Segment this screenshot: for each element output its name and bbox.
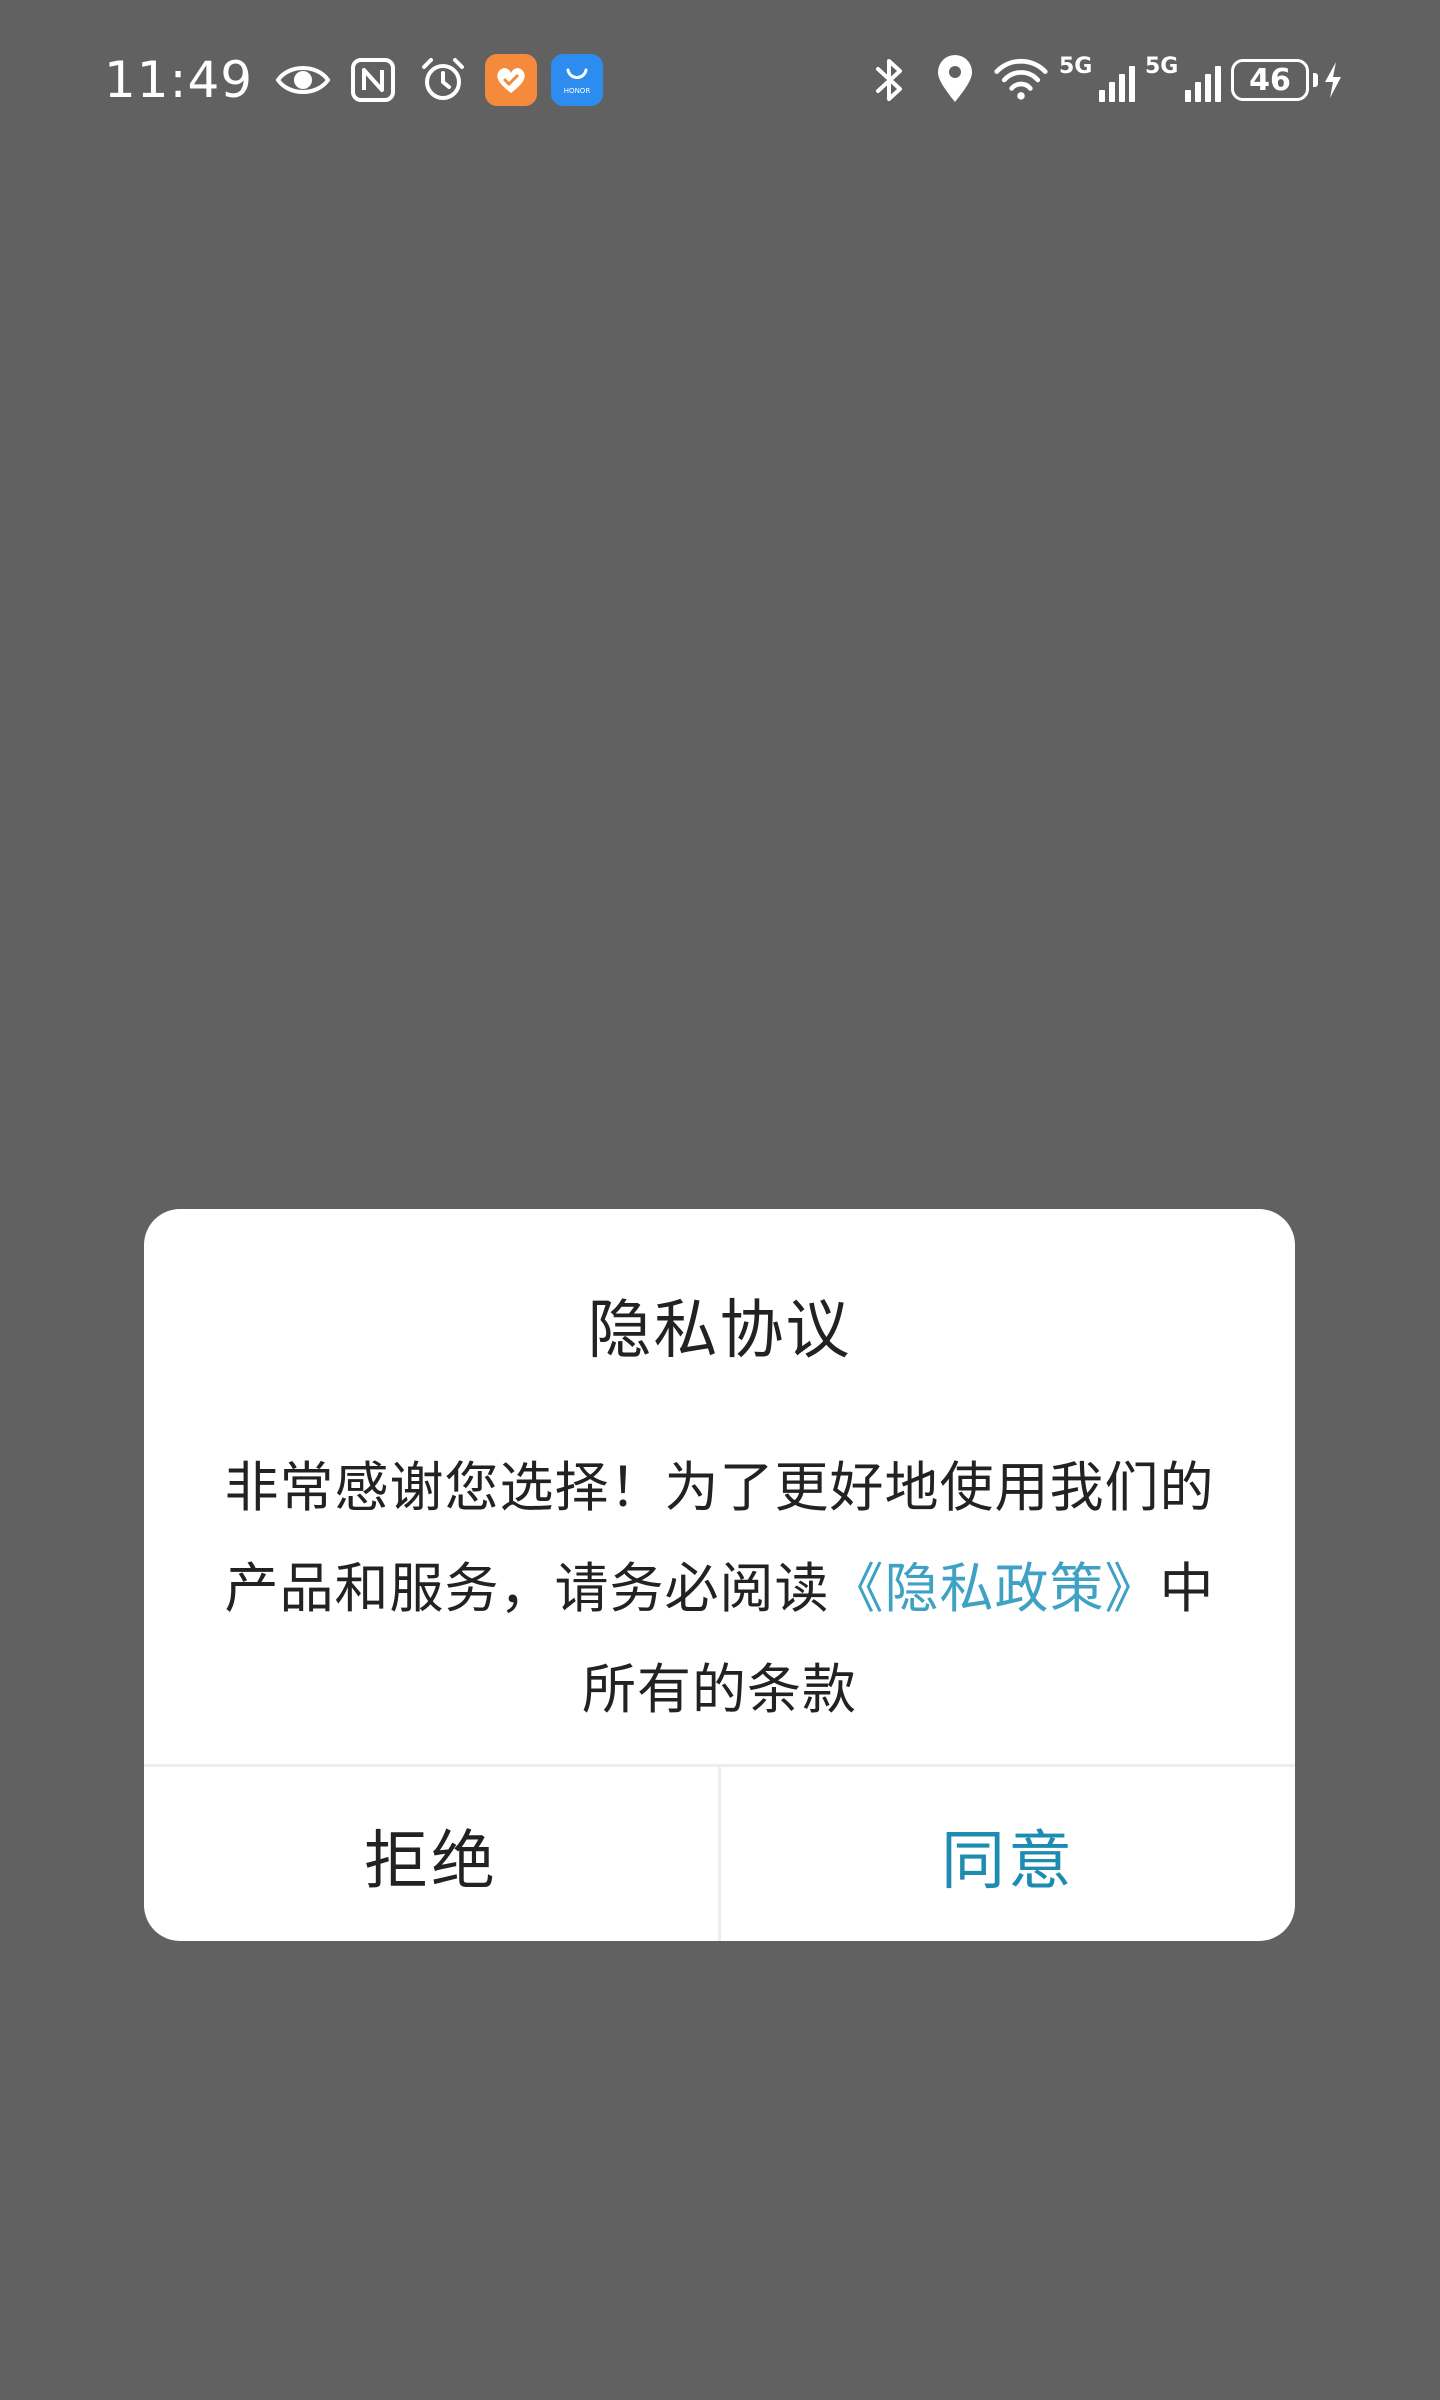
location-icon bbox=[927, 52, 983, 108]
signal-bars-sim2 bbox=[1185, 66, 1221, 102]
status-time: 11:49 bbox=[104, 51, 254, 109]
signal-tag-sim2: 5G bbox=[1145, 54, 1179, 79]
bluetooth-icon bbox=[861, 52, 917, 108]
battery-level: 46 bbox=[1231, 59, 1309, 101]
status-bar: 11:49 HONOR 5G 5G 46 bbox=[0, 40, 1440, 120]
signal-bars-sim1 bbox=[1099, 66, 1135, 102]
dialog-title: 隐私协议 bbox=[587, 1294, 852, 1368]
health-app-icon bbox=[485, 54, 538, 106]
signal-icon-sim2: 5G bbox=[1145, 52, 1221, 108]
alarm-icon bbox=[415, 52, 471, 108]
honor-store-app-icon: HONOR bbox=[551, 54, 604, 106]
wifi-icon bbox=[993, 52, 1049, 108]
battery-indicator: 46 bbox=[1231, 59, 1344, 101]
privacy-policy-link[interactable]: 《隐私政策》 bbox=[830, 1557, 1160, 1620]
battery-cap bbox=[1313, 73, 1318, 87]
honor-app-label: HONOR bbox=[564, 87, 591, 95]
agree-button[interactable]: 同意 bbox=[721, 1767, 1295, 1941]
signal-tag-sim1: 5G bbox=[1059, 54, 1093, 79]
reject-button[interactable]: 拒绝 bbox=[144, 1767, 721, 1941]
nfc-icon bbox=[345, 52, 401, 108]
eye-icon bbox=[275, 52, 331, 108]
status-bar-right: 5G 5G 46 bbox=[861, 40, 1344, 120]
signal-icon-sim1: 5G bbox=[1059, 52, 1135, 108]
dialog-message: 非常感谢您选择！为了更好地使用我们的产品和服务，请务必阅读《隐私政策》中所有的条… bbox=[214, 1437, 1225, 1740]
privacy-dialog: 隐私协议 非常感谢您选择！为了更好地使用我们的产品和服务，请务必阅读《隐私政策》… bbox=[144, 1209, 1295, 1941]
dialog-button-bar: 拒绝 同意 bbox=[144, 1764, 1295, 1941]
charging-icon bbox=[1325, 62, 1341, 98]
status-bar-left: 11:49 HONOR bbox=[104, 40, 604, 120]
